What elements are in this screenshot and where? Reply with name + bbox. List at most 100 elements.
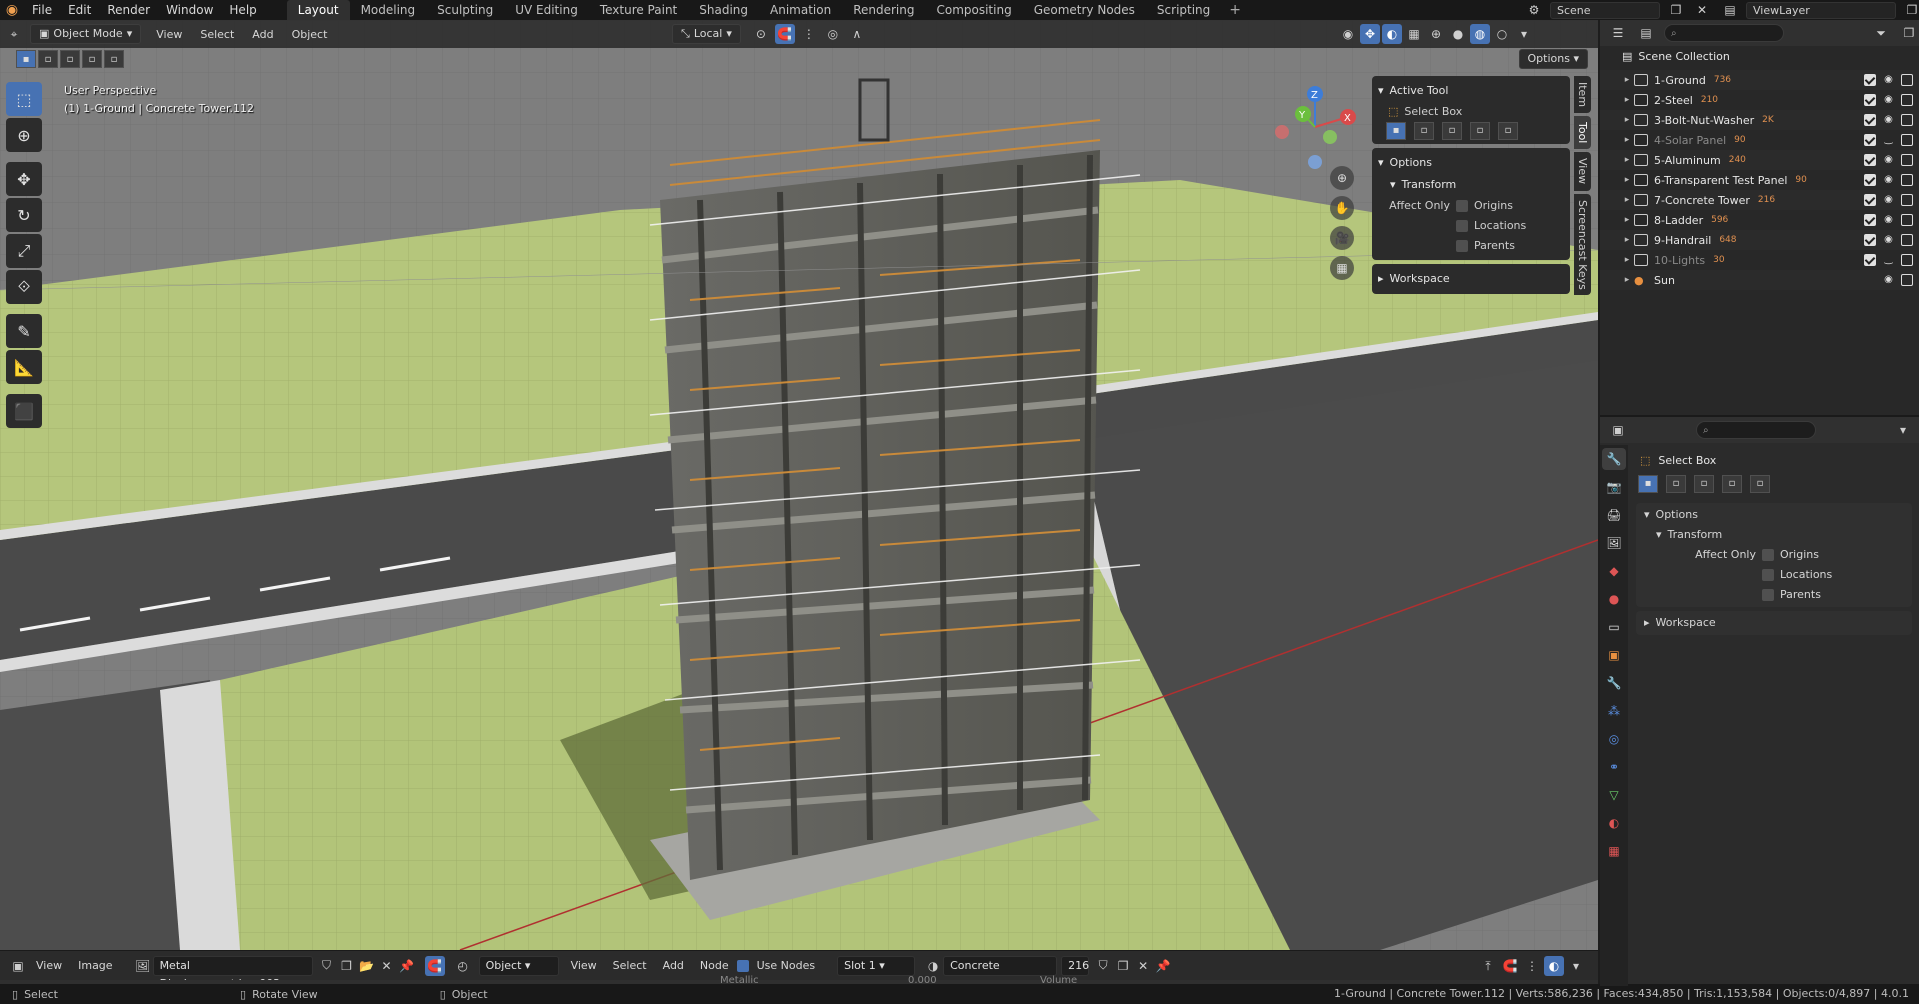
tab-geometry-nodes[interactable]: Geometry Nodes: [1023, 0, 1146, 20]
expand-arrow-icon[interactable]: ▸: [1620, 215, 1634, 225]
outliner-row[interactable]: ▸ 1-Ground 736 ◉: [1600, 70, 1919, 90]
view-layer-icon[interactable]: ▤: [1720, 0, 1740, 20]
props-options-header[interactable]: ▾ Options: [1644, 505, 1904, 525]
use-nodes-checkbox[interactable]: [736, 959, 749, 972]
rotate-tool-icon[interactable]: ↻: [6, 198, 42, 232]
expand-arrow-icon[interactable]: ▸: [1620, 235, 1634, 245]
snap-icon[interactable]: 🧲: [774, 24, 795, 44]
pan-hand-icon[interactable]: ✋: [1330, 196, 1354, 220]
material-unlink-icon[interactable]: ✕: [1133, 956, 1153, 976]
menu-window[interactable]: Window: [158, 0, 221, 20]
outliner-row[interactable]: ▸ 10-Lights 30 ‿: [1600, 250, 1919, 270]
scene-collection-row[interactable]: ▤ Scene Collection: [1600, 46, 1919, 66]
props-origins-checkbox[interactable]: [1762, 549, 1774, 561]
node-snap-mode-icon[interactable]: ⋮: [1522, 956, 1542, 976]
origins-checkbox[interactable]: [1456, 200, 1468, 212]
outliner-row[interactable]: ▸ 6-Transparent Test Panel 90 ◉: [1600, 170, 1919, 190]
output-tab-icon[interactable]: 🖨: [1602, 504, 1626, 526]
unlink-image-icon[interactable]: ✕: [377, 956, 397, 976]
menu-edit[interactable]: Edit: [60, 0, 99, 20]
material-name-field[interactable]: Concrete: [943, 955, 1058, 976]
world-tab-icon[interactable]: ●: [1602, 588, 1626, 610]
tab-rendering[interactable]: Rendering: [842, 0, 925, 20]
sidebar-tab-tool[interactable]: Tool: [1574, 116, 1591, 150]
select-extend-icon[interactable]: ▫: [38, 50, 58, 68]
camera-render-icon[interactable]: [1901, 94, 1913, 106]
material-duplicate-icon[interactable]: ❐: [1113, 956, 1133, 976]
delete-scene-icon[interactable]: ✕: [1692, 0, 1712, 20]
viewport-menu-view[interactable]: View: [147, 28, 191, 41]
sidebar-tab-screencast-keys[interactable]: Screencast Keys: [1574, 193, 1591, 296]
node-overlay-icon[interactable]: ◐: [1544, 956, 1564, 976]
new-scene-icon[interactable]: ❐: [1666, 0, 1686, 20]
expand-arrow-icon[interactable]: ▸: [1620, 75, 1634, 85]
eye-icon[interactable]: ◉: [1882, 114, 1895, 126]
exclude-checkbox[interactable]: [1864, 234, 1876, 246]
3d-viewport[interactable]: ⌖ ▣ Object Mode ▾ View Select Add Object…: [0, 20, 1598, 950]
tab-sculpting[interactable]: Sculpting: [426, 0, 504, 20]
eye-icon[interactable]: ◉: [1882, 274, 1895, 286]
scene-name-field[interactable]: Scene: [1550, 1, 1660, 19]
camera-render-icon[interactable]: [1901, 214, 1913, 226]
node-snap-icon[interactable]: 🧲: [424, 955, 445, 976]
outliner-row[interactable]: ▸ 2-Steel 210 ◉: [1600, 90, 1919, 110]
collection-tab-icon[interactable]: ▭: [1602, 616, 1626, 638]
display-mode-icon[interactable]: ▤: [1636, 23, 1656, 43]
camera-render-icon[interactable]: [1901, 134, 1913, 146]
select-subtract-icon[interactable]: ▫: [60, 50, 80, 68]
material-preview-icon[interactable]: ◍: [1470, 24, 1490, 44]
node-menu-add[interactable]: Add: [655, 959, 692, 972]
sidebar-tab-view[interactable]: View: [1574, 152, 1591, 191]
expand-arrow-icon[interactable]: ▸: [1620, 115, 1634, 125]
node-menu-node[interactable]: Node: [692, 959, 737, 972]
wireframe-shading-icon[interactable]: ⊕: [1426, 24, 1446, 44]
mode-extend-icon[interactable]: ▫: [1666, 475, 1686, 493]
mode-difference-icon[interactable]: ▫: [1722, 475, 1742, 493]
orientation-dropdown[interactable]: ⤡ Local ▾: [672, 24, 741, 44]
mode-extend-icon[interactable]: ▫: [1414, 122, 1434, 140]
exclude-checkbox[interactable]: [1864, 254, 1876, 266]
viewport-menu-object[interactable]: Object: [283, 28, 337, 41]
camera-render-icon[interactable]: [1901, 74, 1913, 86]
fake-user-icon[interactable]: ⛉: [317, 956, 337, 976]
material-fake-user-icon[interactable]: ⛉: [1093, 956, 1113, 976]
outliner-row[interactable]: ▸ 9-Handrail 648 ◉: [1600, 230, 1919, 250]
mode-intersect-icon[interactable]: ▫: [1498, 122, 1518, 140]
eye-icon[interactable]: ◉: [1882, 234, 1895, 246]
shading-options-icon[interactable]: ▾: [1514, 24, 1534, 44]
menu-file[interactable]: File: [24, 0, 60, 20]
expand-arrow-icon[interactable]: ▸: [1620, 155, 1634, 165]
eye-icon[interactable]: ◉: [1882, 214, 1895, 226]
editor-type-icon[interactable]: ⌖: [4, 24, 24, 44]
outliner-editor-icon[interactable]: ☰: [1608, 23, 1628, 43]
navigation-gizmo[interactable]: Z X Y: [1270, 82, 1360, 172]
outliner-row[interactable]: ▸ ● Sun ◉: [1600, 270, 1919, 290]
scene-icon[interactable]: ⚙: [1524, 0, 1544, 20]
physics-tab-icon[interactable]: ◎: [1602, 728, 1626, 750]
data-tab-icon[interactable]: ▽: [1602, 784, 1626, 806]
view-layer-tab-icon[interactable]: 🖼: [1602, 532, 1626, 554]
tab-uv-editing[interactable]: UV Editing: [504, 0, 589, 20]
sidebar-tab-item[interactable]: Item: [1574, 76, 1591, 114]
select-new-icon[interactable]: ▪: [16, 50, 36, 68]
tab-scripting[interactable]: Scripting: [1146, 0, 1221, 20]
particles-tab-icon[interactable]: ⁂: [1602, 700, 1626, 722]
measure-tool-icon[interactable]: 📐: [6, 350, 42, 384]
scale-tool-icon[interactable]: ⤢: [6, 234, 42, 268]
props-workspace-header[interactable]: ▸ Workspace: [1644, 613, 1904, 633]
proportional-edit-icon[interactable]: ◎: [823, 24, 843, 44]
properties-options-icon[interactable]: ▾: [1893, 420, 1913, 440]
filter-icon[interactable]: ⏷: [1871, 23, 1891, 43]
zoom-icon[interactable]: ⊕: [1330, 166, 1354, 190]
camera-render-icon[interactable]: [1901, 174, 1913, 186]
exclude-checkbox[interactable]: [1864, 154, 1876, 166]
outliner-row[interactable]: ▸ 5-Aluminum 240 ◉: [1600, 150, 1919, 170]
outliner-search-input[interactable]: ⌕: [1664, 24, 1784, 42]
viewport-menu-select[interactable]: Select: [191, 28, 243, 41]
node-overlay-options-icon[interactable]: ▾: [1566, 956, 1586, 976]
add-workspace-icon[interactable]: +: [1221, 0, 1249, 20]
eye-icon[interactable]: ◉: [1882, 74, 1895, 86]
object-tab-icon[interactable]: ▣: [1602, 644, 1626, 666]
overlay-toggle-icon[interactable]: ◐: [1382, 24, 1402, 44]
props-parents-checkbox[interactable]: [1762, 589, 1774, 601]
